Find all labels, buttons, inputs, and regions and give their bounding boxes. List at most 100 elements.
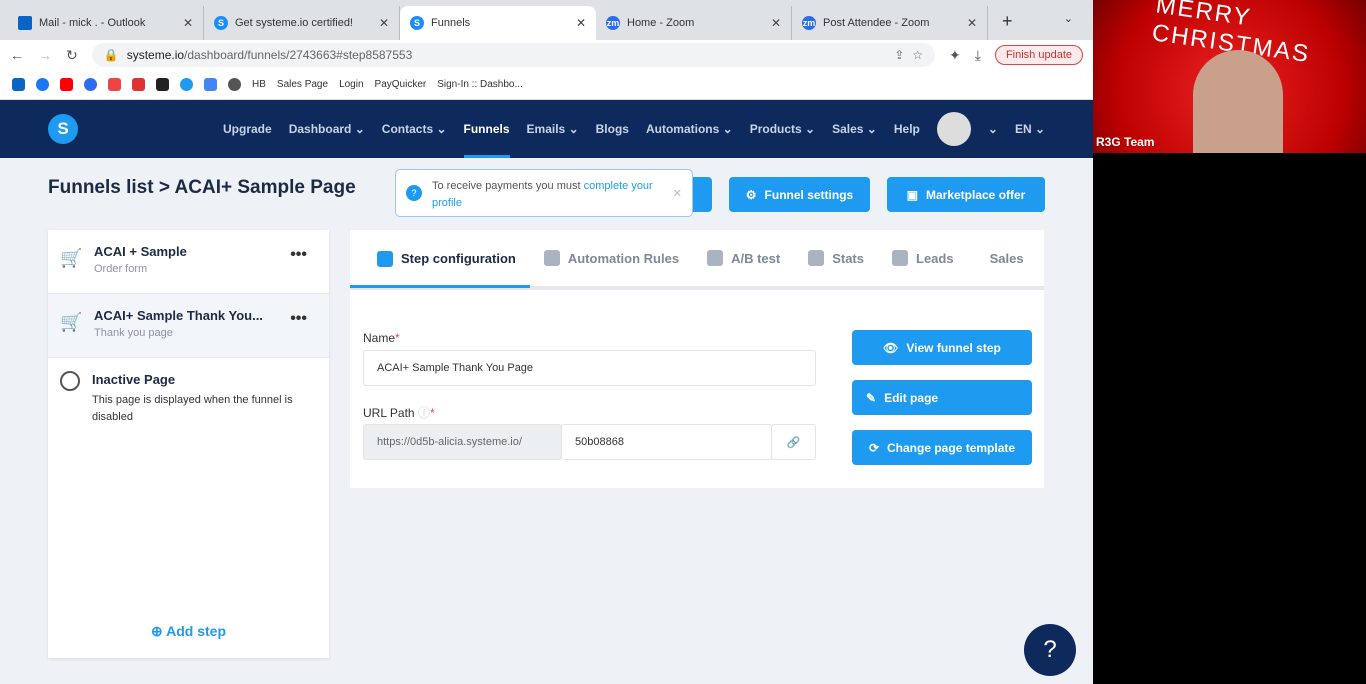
cart-icon: 🛒 bbox=[60, 248, 83, 268]
bookmark-hb[interactable]: HB bbox=[252, 79, 266, 90]
gear-icon: ⚙ bbox=[745, 187, 757, 202]
forward-icon[interactable]: → bbox=[38, 47, 52, 63]
reload-icon[interactable]: ↻ bbox=[66, 47, 78, 64]
bolt-icon bbox=[543, 250, 560, 266]
help-button[interactable]: ? bbox=[1024, 624, 1076, 676]
bookmark-icon[interactable] bbox=[156, 78, 169, 91]
close-icon[interactable]: ✕ bbox=[967, 16, 977, 30]
participant-name: R3G Team bbox=[1096, 135, 1155, 149]
page-title: ACAI+ Sample Page bbox=[174, 177, 356, 198]
tab-automation-rules[interactable]: Automation Rules bbox=[530, 230, 693, 286]
step-tabs: Step configuration Automation Rules A/B … bbox=[350, 230, 1044, 290]
nav-help[interactable]: Help bbox=[894, 122, 920, 136]
tab-certified[interactable]: S Get systeme.io certified! ✕ bbox=[204, 6, 400, 40]
video-participant: MERRY CHRISTMAS R3G Team bbox=[1093, 0, 1366, 153]
outlook-icon bbox=[18, 16, 32, 30]
bookmark-sales-page[interactable]: Sales Page bbox=[277, 79, 328, 90]
close-icon[interactable]: ✕ bbox=[379, 16, 389, 30]
share-icon[interactable]: ⇪ bbox=[894, 48, 904, 62]
change-template-button[interactable]: ⟳ Change page template bbox=[852, 430, 1032, 465]
close-icon[interactable]: ✕ bbox=[673, 186, 682, 203]
back-icon[interactable]: ← bbox=[10, 47, 24, 63]
inactive-page-item[interactable]: Inactive Page This page is displayed when… bbox=[48, 358, 329, 426]
url-path-input[interactable]: 50b08868 bbox=[561, 424, 772, 460]
link-icon[interactable]: 🔗 bbox=[771, 424, 816, 460]
tab-leads[interactable]: Leads bbox=[878, 230, 968, 286]
more-icon[interactable]: ••• bbox=[290, 310, 307, 328]
chevron-down-icon[interactable]: ⌄ bbox=[988, 122, 998, 136]
close-icon[interactable]: ✕ bbox=[576, 16, 586, 30]
bookmark-icon[interactable] bbox=[12, 78, 25, 91]
systeme-logo[interactable]: S bbox=[48, 114, 78, 144]
zoom-icon: zm bbox=[802, 16, 816, 30]
breadcrumb: Funnels list > ACAI+ Sample Page bbox=[48, 177, 356, 198]
stats-icon bbox=[808, 250, 825, 266]
breadcrumb-funnels-list[interactable]: Funnels list bbox=[48, 177, 154, 198]
close-icon[interactable]: ✕ bbox=[183, 16, 193, 30]
step-panel: Step configuration Automation Rules A/B … bbox=[350, 230, 1044, 488]
zoom-icon: zm bbox=[606, 16, 620, 30]
edit-icon: ✎ bbox=[866, 390, 877, 405]
view-funnel-step-button[interactable]: 👁 View funnel step bbox=[852, 330, 1032, 365]
tab-ab-test[interactable]: A/B test bbox=[693, 230, 794, 286]
ab-icon bbox=[707, 250, 724, 266]
avatar[interactable] bbox=[936, 112, 971, 146]
participant-face bbox=[1193, 50, 1283, 153]
tab-step-configuration[interactable]: Step configuration bbox=[350, 232, 530, 288]
nav-dashboard[interactable]: Dashboard ⌄ bbox=[289, 122, 365, 136]
disabled-icon bbox=[60, 371, 80, 391]
systeme-icon: S bbox=[410, 16, 424, 30]
step-item-selected[interactable]: 🛒 ACAI+ Sample Thank You... Thank you page… bbox=[48, 294, 329, 358]
tab-stats[interactable]: Stats bbox=[794, 230, 878, 286]
facebook-icon[interactable] bbox=[36, 78, 49, 91]
url-prefix: https://0d5b-alicia.systeme.io/ bbox=[363, 424, 562, 460]
name-input[interactable]: ACAI+ Sample Thank You Page bbox=[363, 350, 816, 386]
eye-icon: 👁 bbox=[883, 340, 899, 355]
bookmark-icon[interactable] bbox=[108, 78, 121, 91]
bookmark-payquicker[interactable]: PayQuicker bbox=[375, 79, 427, 90]
config-icon bbox=[377, 250, 393, 267]
add-step-button[interactable]: ⊕ Add step bbox=[48, 623, 329, 640]
cart-icon: 🛒 bbox=[60, 312, 83, 332]
funnel-settings-button[interactable]: ⚙ Funnel settings bbox=[729, 177, 870, 212]
browser-window: Mail - mick . - Outlook ✕ S Get systeme.io… bbox=[0, 0, 1093, 684]
edit-page-button[interactable]: ✎ Edit page bbox=[852, 380, 1032, 415]
nav-blogs[interactable]: Blogs bbox=[596, 122, 629, 136]
chevron-down-icon[interactable]: ⌄ bbox=[1064, 12, 1073, 25]
bookmark-icon[interactable] bbox=[228, 78, 241, 91]
tab-sales[interactable]: Sales bbox=[968, 230, 1028, 286]
star-icon[interactable]: ☆ bbox=[912, 48, 923, 62]
close-icon[interactable]: ✕ bbox=[771, 16, 781, 30]
language-select[interactable]: EN ⌄ bbox=[1015, 122, 1045, 136]
marketplace-offer-button[interactable]: ▣ Marketplace offer bbox=[887, 177, 1045, 212]
nav-emails[interactable]: Emails ⌄ bbox=[527, 122, 579, 136]
payment-toast: ? To receive payments you must complete y… bbox=[395, 169, 693, 217]
tab-zoom-home[interactable]: zm Home - Zoom ✕ bbox=[596, 6, 792, 40]
nav-automations[interactable]: Automations ⌄ bbox=[646, 122, 733, 136]
gmail-icon[interactable] bbox=[132, 78, 145, 91]
youtube-icon[interactable] bbox=[60, 78, 73, 91]
top-nav: S Upgrade Dashboard ⌄ Contacts ⌄ Funnels… bbox=[0, 100, 1093, 158]
download-icon[interactable]: ⤓ bbox=[975, 47, 981, 64]
new-tab-button[interactable]: + bbox=[1002, 11, 1013, 32]
docs-icon[interactable] bbox=[204, 78, 217, 91]
more-icon[interactable]: ••• bbox=[290, 246, 307, 264]
lock-icon: 🔒 bbox=[103, 48, 119, 62]
nav-funnels[interactable]: Funnels bbox=[463, 122, 510, 158]
bookmark-login[interactable]: Login bbox=[339, 79, 363, 90]
finish-update-button[interactable]: Finish update bbox=[994, 45, 1083, 65]
nav-upgrade[interactable]: Upgrade bbox=[223, 122, 272, 136]
extensions-icon[interactable]: ✦ bbox=[949, 47, 961, 64]
tab-outlook[interactable]: Mail - mick . - Outlook ✕ bbox=[8, 6, 204, 40]
tab-funnels[interactable]: S Funnels ✕ bbox=[400, 6, 596, 40]
systeme-icon[interactable] bbox=[180, 78, 193, 91]
zoom-icon[interactable] bbox=[84, 78, 97, 91]
marketplace-icon: ▣ bbox=[906, 187, 918, 202]
step-item[interactable]: 🛒 ACAI + Sample Order form ••• bbox=[48, 230, 329, 294]
nav-contacts[interactable]: Contacts ⌄ bbox=[382, 122, 447, 136]
nav-sales[interactable]: Sales ⌄ bbox=[832, 122, 877, 136]
tab-zoom-post[interactable]: zm Post Attendee - Zoom ✕ bbox=[792, 6, 988, 40]
url-input[interactable]: 🔒 systeme.io/dashboard/funnels/2743663#st… bbox=[91, 43, 936, 67]
nav-products[interactable]: Products ⌄ bbox=[750, 122, 815, 136]
bookmark-sign-in[interactable]: Sign-In :: Dashbo... bbox=[437, 79, 523, 90]
